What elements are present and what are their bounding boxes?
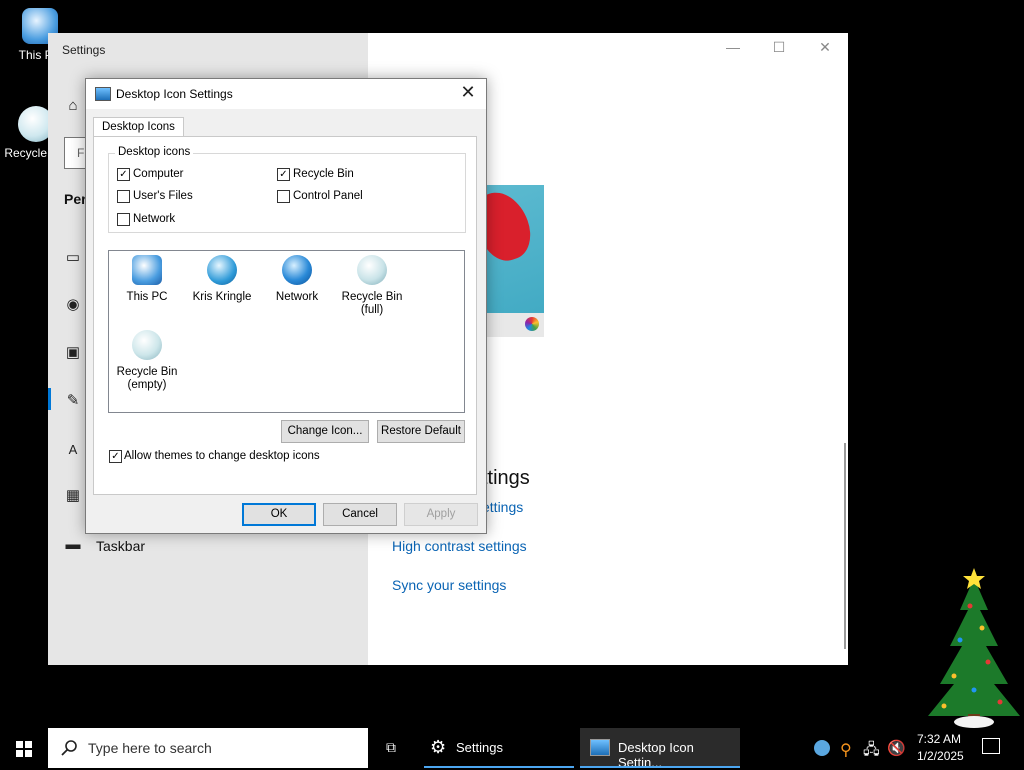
taskbar-search-placeholder: Type here to search (88, 740, 212, 756)
desktop-icons-group: Desktop icons ✓ Computer ✓ Recycle Bin U… (108, 146, 466, 233)
related-settings-heading: ttings (482, 467, 530, 489)
scrollbar[interactable] (844, 443, 846, 649)
taskbar-search-box[interactable]: Type here to search (48, 728, 368, 768)
image-icon[interactable]: ▭ (64, 250, 82, 265)
apply-button: Apply (404, 503, 478, 526)
taskbar-app-desktop-icon-settings[interactable]: Desktop Icon Settin... (580, 728, 740, 770)
clock-time[interactable]: 7:32 AM (917, 732, 961, 746)
lock-screen-icon[interactable]: ▣ (64, 345, 82, 360)
settings-title: Settings (62, 43, 106, 57)
color-wheel-icon (525, 317, 539, 331)
start-icon[interactable]: ▦ (64, 488, 82, 503)
selected-indicator (48, 388, 51, 410)
people-tray-icon[interactable] (814, 740, 830, 756)
clock-date[interactable]: 1/2/2025 (917, 749, 964, 763)
group-label: Desktop icons (115, 146, 194, 158)
desktop-icon-settings-link[interactable]: ettings (482, 499, 523, 515)
checkbox-label: User's Files (133, 190, 193, 202)
magnifier-tray-icon[interactable]: ⚲ (840, 740, 852, 760)
desktop-settings-icon (590, 739, 610, 756)
cancel-button[interactable]: Cancel (323, 503, 397, 526)
sync-settings-link[interactable]: Sync your settings (392, 577, 506, 593)
globe-icon (282, 255, 312, 285)
network-tray-icon[interactable]: 🖧 (863, 739, 880, 764)
restore-default-button[interactable]: Restore Default (377, 420, 465, 443)
list-item-label: This PC (126, 291, 168, 303)
minimize-button[interactable]: — (718, 39, 748, 55)
list-item-kris-kringle[interactable]: Kris Kringle (184, 255, 260, 304)
checkbox-computer[interactable]: ✓ (117, 168, 130, 181)
windows-logo-icon (16, 741, 32, 757)
checkbox-network[interactable] (117, 213, 130, 226)
list-item-label: Recycle Bin (341, 291, 403, 303)
list-item-label: (empty) (127, 379, 167, 391)
christmas-tree-image (928, 568, 1020, 728)
list-item-this-pc[interactable]: This PC (109, 255, 185, 304)
fonts-icon[interactable]: A (64, 443, 82, 457)
change-icon-button[interactable]: Change Icon... (281, 420, 369, 443)
close-button[interactable]: ✕ (810, 39, 840, 56)
checkbox-recycle-bin[interactable]: ✓ (277, 168, 290, 181)
palette-icon[interactable]: ◉ (64, 297, 82, 312)
ok-button[interactable]: OK (242, 503, 316, 526)
checkbox-label: Recycle Bin (293, 168, 354, 180)
taskbar: Type here to search ⧉ ⚙ Settings Desktop… (0, 728, 1024, 770)
nav-taskbar[interactable]: Taskbar (96, 538, 145, 554)
recycle-empty-icon (132, 330, 162, 360)
tab-desktop-icons[interactable]: Desktop Icons (93, 117, 184, 138)
theme-preview (484, 185, 544, 337)
checkbox-label: Control Panel (293, 190, 363, 202)
list-item-label: Recycle Bin (116, 366, 178, 378)
taskbar-app-label: Settings (456, 740, 503, 755)
themes-icon[interactable]: ✎ (64, 393, 82, 408)
user-icon (207, 255, 237, 285)
taskbar-app-settings[interactable]: ⚙ Settings (424, 728, 574, 768)
list-item-recycle-full[interactable]: Recycle Bin (full) (334, 255, 410, 317)
task-view-icon[interactable]: ⧉ (382, 739, 400, 755)
home-icon[interactable]: ⌂ (64, 98, 82, 113)
checkbox-control-panel[interactable] (277, 190, 290, 203)
icon-listbox[interactable]: This PC Kris Kringle Network Recycle Bin… (108, 250, 465, 413)
start-button[interactable] (0, 728, 48, 768)
list-item-label: Network (275, 291, 319, 303)
dialog-close-button[interactable]: ✕ (456, 82, 480, 103)
checkbox-users-files[interactable] (117, 190, 130, 203)
high-contrast-link[interactable]: High contrast settings (392, 538, 527, 554)
section-heading: Per (64, 191, 87, 207)
taskbar-nav-icon[interactable]: ▬ (64, 537, 82, 552)
maximize-button[interactable]: ☐ (764, 39, 794, 56)
checkbox-allow-themes[interactable]: ✓ (109, 450, 122, 463)
dialog-titlebar[interactable]: Desktop Icon Settings ✕ (86, 79, 486, 109)
gear-icon: ⚙ (430, 737, 447, 757)
dialog-title: Desktop Icon Settings (116, 87, 233, 101)
list-item-label: Kris Kringle (192, 291, 252, 303)
list-item-recycle-empty[interactable]: Recycle Bin (empty) (109, 330, 185, 392)
checkbox-label: Allow themes to change desktop icons (124, 450, 320, 462)
search-icon (61, 740, 77, 756)
desktop-settings-icon (95, 87, 111, 101)
tab-panel: Desktop icons ✓ Computer ✓ Recycle Bin U… (93, 136, 477, 495)
list-item-network[interactable]: Network (259, 255, 335, 304)
desktop-icon-settings-dialog: Desktop Icon Settings ✕ Desktop Icons De… (85, 78, 487, 534)
list-item-label: (full) (360, 304, 384, 316)
monitor-icon (132, 255, 162, 285)
notification-icon[interactable] (982, 738, 1000, 754)
checkbox-label: Network (133, 213, 176, 225)
recycle-full-icon (357, 255, 387, 285)
volume-muted-icon[interactable]: 🔇 (887, 739, 906, 757)
checkbox-label: Computer (133, 168, 184, 180)
